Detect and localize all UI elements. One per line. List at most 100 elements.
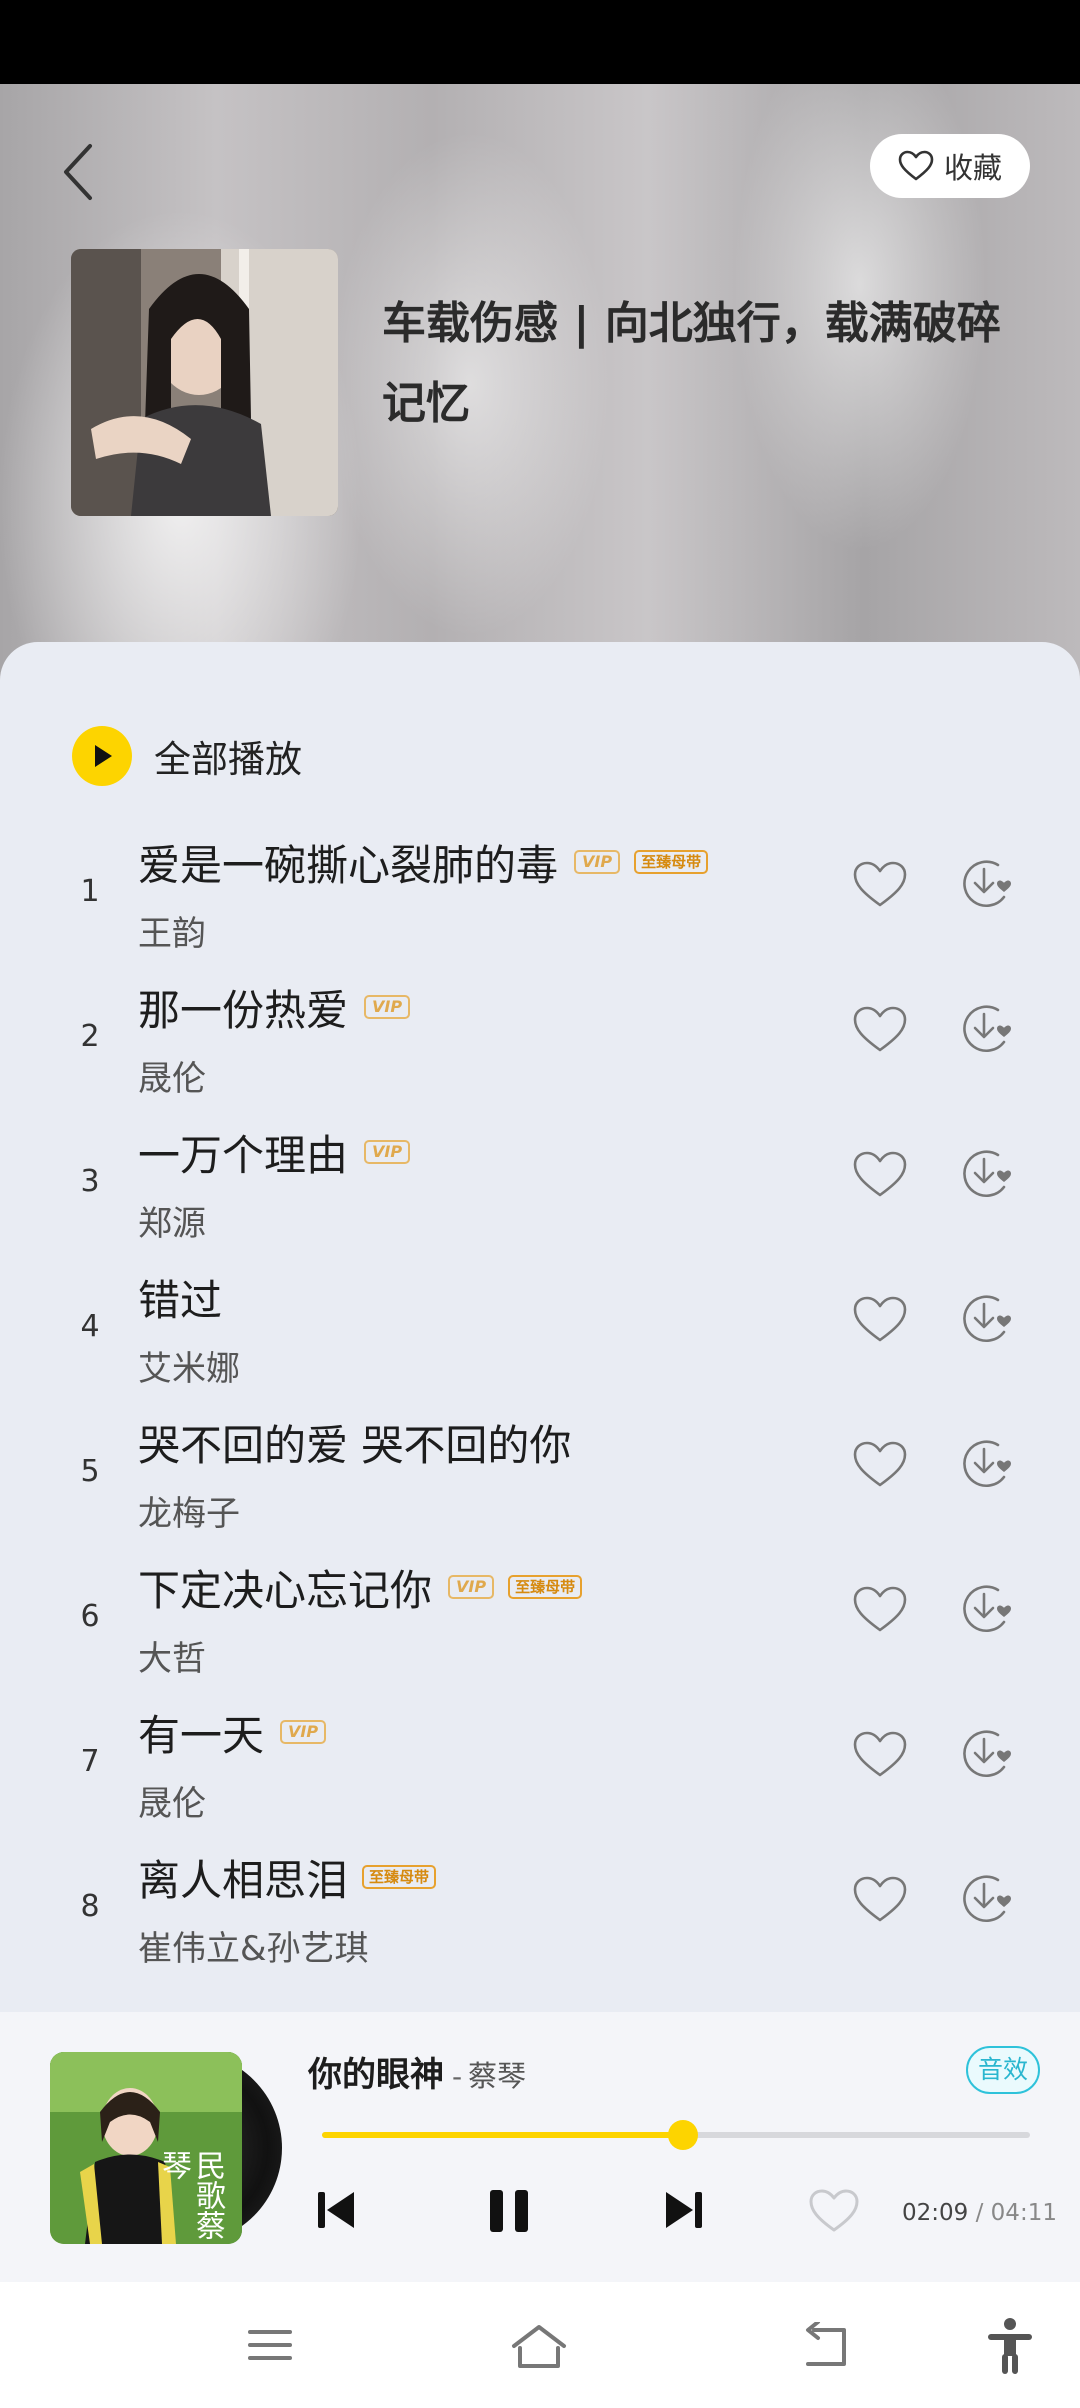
download-button[interactable]	[958, 1872, 1014, 1928]
accessibility-button[interactable]	[984, 2316, 1036, 2380]
song-artist: 龙梅子	[138, 1494, 240, 1534]
song-index: 1	[80, 874, 100, 909]
song-index: 4	[80, 1309, 100, 1344]
album-art: 民歌蔡琴	[50, 2052, 242, 2244]
song-row[interactable]: 6 下定决心忘记你 VIP 至臻母带 大哲	[0, 1557, 1080, 1702]
song-row[interactable]: 2 那一份热爱 VIP 晟伦	[0, 977, 1080, 1122]
song-row[interactable]: 8 离人相思泪 至臻母带 崔伟立&孙艺琪	[0, 1847, 1080, 1992]
download-icon	[963, 1150, 1011, 1198]
song-title: 错过	[138, 1275, 223, 1325]
heart-icon	[853, 1296, 907, 1342]
time-separator: /	[975, 2200, 984, 2226]
album-text: 民歌蔡琴	[156, 2150, 225, 2240]
like-song-button[interactable]	[852, 860, 908, 910]
song-row[interactable]: 7 有一天 VIP 晟伦	[0, 1702, 1080, 1847]
like-song-button[interactable]	[852, 1440, 908, 1490]
menu-button[interactable]	[244, 2322, 296, 2372]
like-song-button[interactable]	[852, 1150, 908, 1200]
menu-icon	[248, 2330, 292, 2360]
download-button[interactable]	[958, 1002, 1014, 1058]
song-artist: 王韵	[138, 914, 206, 954]
play-all-button[interactable]: 全部播放	[72, 726, 302, 786]
song-title-line: 一万个理由 VIP	[138, 1122, 411, 1182]
download-button[interactable]	[958, 1147, 1014, 1203]
song-artist: 晟伦	[138, 1784, 206, 1824]
download-icon	[963, 1295, 1011, 1343]
download-button[interactable]	[958, 857, 1014, 913]
like-song-button[interactable]	[852, 1875, 908, 1925]
now-playing-title[interactable]: 你的眼神 - 蔡琴	[308, 2047, 526, 2096]
download-icon	[963, 1730, 1011, 1778]
song-index: 2	[80, 1019, 100, 1054]
vip-badge: VIP	[280, 1720, 327, 1744]
total-time: 04:11	[990, 2200, 1057, 2226]
chevron-left-icon	[64, 144, 92, 200]
song-artist: 晟伦	[138, 1059, 206, 1099]
song-row[interactable]: 3 一万个理由 VIP 郑源	[0, 1122, 1080, 1267]
back-nav-button[interactable]	[798, 2320, 854, 2376]
song-index: 6	[80, 1599, 100, 1634]
song-title-line: 哭不回的爱 哭不回的你	[138, 1412, 571, 1472]
master-quality-badge: 至臻母带	[634, 850, 709, 874]
vip-badge: VIP	[364, 1140, 411, 1164]
download-button[interactable]	[958, 1292, 1014, 1348]
progress-thumb[interactable]	[668, 2120, 699, 2150]
progress-slider[interactable]	[322, 2120, 1030, 2150]
download-button[interactable]	[958, 1727, 1014, 1783]
song-title-line: 那一份热爱 VIP	[138, 977, 411, 1037]
heart-icon	[853, 1586, 907, 1632]
home-button[interactable]	[508, 2322, 570, 2376]
heart-icon	[853, 1731, 907, 1777]
song-row[interactable]: 4 错过 艾米娜	[0, 1267, 1080, 1412]
song-title-line: 离人相思泪 至臻母带	[138, 1847, 437, 1907]
favorite-button[interactable]: 收藏	[870, 134, 1030, 198]
song-row[interactable]: 1 爱是一碗撕心裂肺的毒 VIP 至臻母带 王韵	[0, 832, 1080, 977]
song-title-line: 错过	[138, 1267, 222, 1327]
title-separator: -	[452, 2060, 463, 2093]
favorite-label: 收藏	[943, 151, 1002, 185]
song-title-line: 有一天 VIP	[138, 1702, 327, 1762]
heart-icon	[853, 1441, 907, 1487]
song-title: 下定决心忘记你	[138, 1565, 433, 1615]
system-nav-bar	[0, 2282, 1080, 2408]
like-song-button[interactable]	[852, 1295, 908, 1345]
song-index: 5	[80, 1454, 100, 1489]
like-song-button[interactable]	[852, 1585, 908, 1635]
download-icon	[963, 1585, 1011, 1633]
download-button[interactable]	[958, 1582, 1014, 1638]
vip-badge: VIP	[448, 1575, 495, 1599]
next-button[interactable]	[660, 2186, 708, 2238]
home-icon	[512, 2325, 566, 2368]
download-icon	[963, 860, 1011, 908]
like-song-button[interactable]	[852, 1730, 908, 1780]
like-button[interactable]	[808, 2188, 860, 2238]
heart-icon	[853, 1876, 907, 1922]
playlist-cover[interactable]	[71, 249, 338, 516]
download-icon	[963, 1875, 1011, 1923]
song-title: 那一份热爱	[138, 985, 349, 1035]
sound-effect-button[interactable]: 音效	[966, 2046, 1040, 2094]
like-song-button[interactable]	[852, 1005, 908, 1055]
song-row[interactable]: 5 哭不回的爱 哭不回的你龙梅子	[0, 1412, 1080, 1557]
song-title: 有一天	[138, 1710, 265, 1760]
status-bar	[0, 0, 1080, 84]
back-button[interactable]	[54, 136, 104, 206]
playback-time: 02:09 / 04:11	[902, 2200, 1057, 2226]
song-list-panel: 全部播放 1 爱是一碗撕心裂肺的毒 VIP 至臻母带 王韵 2 那一份热爱 VIP 晟伦 3 一万个…	[0, 642, 1080, 2012]
current-time: 02:09	[902, 2200, 969, 2226]
previous-button[interactable]	[312, 2186, 360, 2238]
song-title: 爱是一碗撕心裂肺的毒	[138, 840, 559, 890]
skip-previous-icon	[318, 2192, 354, 2228]
download-icon	[963, 1005, 1011, 1053]
now-playing-cover[interactable]: 民歌蔡琴	[50, 2052, 282, 2244]
accessibility-icon	[988, 2318, 1032, 2374]
heart-icon	[853, 861, 907, 907]
mini-player[interactable]: 民歌蔡琴 你的眼神 - 蔡琴 音效 02:09 / 04:11	[0, 2012, 1080, 2282]
playlist-header: 收藏 车载伤感 | 向北独行，载满破碎记忆	[0, 84, 1080, 704]
song-artist: 郑源	[138, 1204, 206, 1244]
download-button[interactable]	[958, 1437, 1014, 1493]
download-icon	[963, 1440, 1011, 1488]
pause-button[interactable]	[484, 2186, 534, 2240]
cover-image	[71, 249, 338, 516]
playlist-title: 车载伤感 | 向北独行，载满破碎记忆	[382, 298, 1001, 429]
